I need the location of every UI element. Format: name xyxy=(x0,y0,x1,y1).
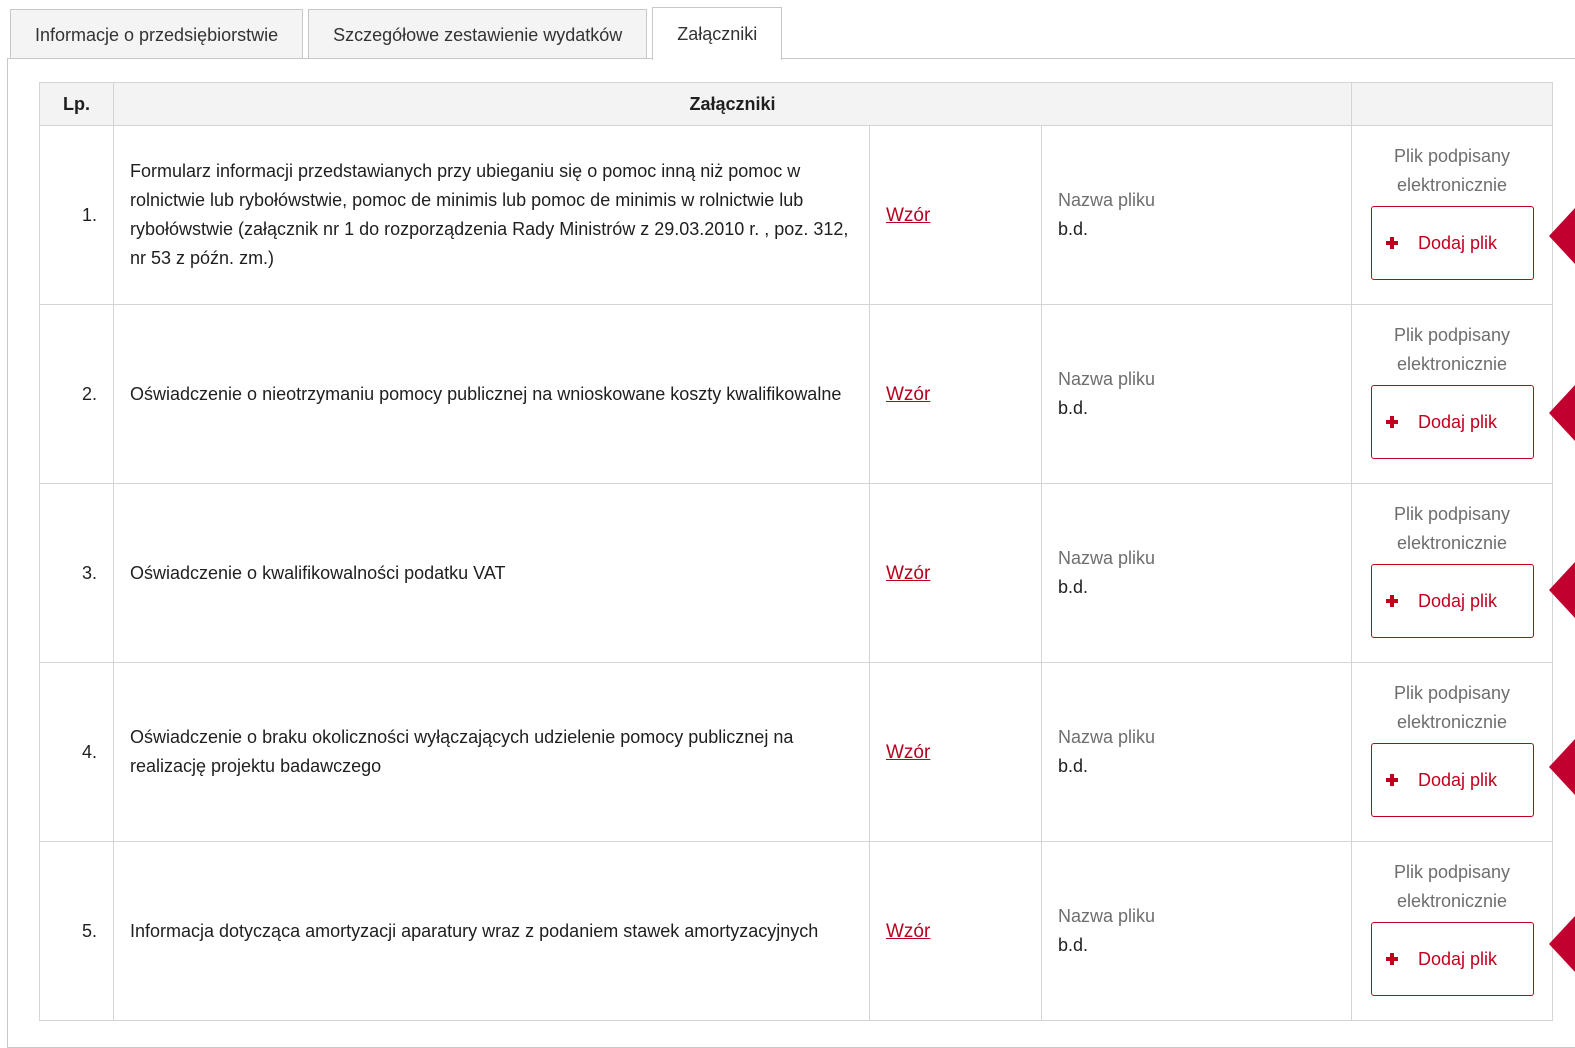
file-name-value: b.d. xyxy=(1058,398,1089,418)
attachment-description: Informacja dotycząca amortyzacji aparatu… xyxy=(113,841,870,1021)
file-name-value: b.d. xyxy=(1058,935,1089,955)
plus-icon xyxy=(1385,774,1398,786)
sample-link[interactable]: Wzór xyxy=(886,205,930,226)
row-number: 1. xyxy=(39,125,114,305)
table-row: 4. Oświadczenie o braku okoliczności wył… xyxy=(39,662,1553,842)
pointer-marker-icon xyxy=(1549,208,1575,264)
file-name-label: Nazwa pliku xyxy=(1058,190,1156,210)
plus-icon xyxy=(1385,953,1398,965)
add-file-label: Dodaj plik xyxy=(1417,769,1498,790)
pointer-marker-icon xyxy=(1549,916,1575,972)
action-cell: Plik podpisany elektronicznie Dodaj plik xyxy=(1351,662,1553,842)
tab-company-info[interactable]: Informacje o przedsiębiorstwie xyxy=(10,9,304,59)
action-cell: Plik podpisany elektronicznie Dodaj plik xyxy=(1351,841,1553,1021)
plus-icon xyxy=(1385,237,1398,249)
plus-icon xyxy=(1385,595,1398,607)
sample-link[interactable]: Wzór xyxy=(886,563,930,584)
sample-link[interactable]: Wzór xyxy=(886,921,930,942)
file-name-cell: Nazwa pliku b.d. xyxy=(1041,841,1352,1021)
header-attachments: Załączniki xyxy=(113,82,1352,126)
table-header-row: Lp. Załączniki xyxy=(39,82,1553,126)
row-number: 2. xyxy=(39,304,114,484)
signed-file-label: Plik podpisany elektronicznie xyxy=(1393,862,1511,911)
attachment-description: Oświadczenie o kwalifikowalności podatku… xyxy=(113,483,870,663)
add-file-label: Dodaj plik xyxy=(1417,590,1498,611)
table-row: 1. Formularz informacji przedstawianych … xyxy=(39,125,1553,305)
tab-bar: Informacje o przedsiębiorstwie Szczegóło… xyxy=(10,7,787,60)
signed-file-label: Plik podpisany elektronicznie xyxy=(1393,683,1511,732)
file-name-label: Nazwa pliku xyxy=(1058,369,1156,389)
tab-expense-details[interactable]: Szczegółowe zestawienie wydatków xyxy=(308,9,648,59)
add-file-label: Dodaj plik xyxy=(1417,411,1498,432)
pointer-marker-icon xyxy=(1549,385,1575,441)
tab-attachments[interactable]: Załączniki xyxy=(652,7,783,60)
file-name-label: Nazwa pliku xyxy=(1058,727,1156,747)
header-action xyxy=(1351,82,1553,126)
sample-link[interactable]: Wzór xyxy=(886,384,930,405)
attachment-description: Formularz informacji przedstawianych prz… xyxy=(113,125,870,305)
signed-file-label: Plik podpisany elektronicznie xyxy=(1393,325,1511,374)
add-file-label: Dodaj plik xyxy=(1417,232,1498,253)
pointer-marker-icon xyxy=(1549,739,1575,795)
file-name-value: b.d. xyxy=(1058,219,1089,239)
attachment-description: Oświadczenie o nieotrzymaniu pomocy publ… xyxy=(113,304,870,484)
pointer-marker-icon xyxy=(1549,562,1575,618)
file-name-cell: Nazwa pliku b.d. xyxy=(1041,483,1352,663)
file-name-value: b.d. xyxy=(1058,756,1089,776)
add-file-button[interactable]: Dodaj plik xyxy=(1370,206,1534,280)
file-name-cell: Nazwa pliku b.d. xyxy=(1041,125,1352,305)
row-number: 3. xyxy=(39,483,114,663)
row-number: 4. xyxy=(39,662,114,842)
table-row: 5. Informacja dotycząca amortyzacji apar… xyxy=(39,841,1553,1021)
table-row: 2. Oświadczenie o nieotrzymaniu pomocy p… xyxy=(39,304,1553,484)
file-name-value: b.d. xyxy=(1058,577,1089,597)
action-cell: Plik podpisany elektronicznie Dodaj plik xyxy=(1351,483,1553,663)
header-lp: Lp. xyxy=(39,82,114,126)
add-file-button[interactable]: Dodaj plik xyxy=(1370,385,1534,459)
table-row: 3. Oświadczenie o kwalifikowalności poda… xyxy=(39,483,1553,663)
row-number: 5. xyxy=(39,841,114,1021)
attachment-description: Oświadczenie o braku okoliczności wyłącz… xyxy=(113,662,870,842)
add-file-button[interactable]: Dodaj plik xyxy=(1370,743,1534,817)
attachments-table: Lp. Załączniki 1. Formularz informacji p… xyxy=(39,82,1553,1021)
file-name-cell: Nazwa pliku b.d. xyxy=(1041,304,1352,484)
signed-file-label: Plik podpisany elektronicznie xyxy=(1393,504,1511,553)
sample-link[interactable]: Wzór xyxy=(886,742,930,763)
action-cell: Plik podpisany elektronicznie Dodaj plik xyxy=(1351,304,1553,484)
signed-file-label: Plik podpisany elektronicznie xyxy=(1393,146,1511,195)
plus-icon xyxy=(1385,416,1398,428)
file-name-label: Nazwa pliku xyxy=(1058,906,1156,926)
add-file-button[interactable]: Dodaj plik xyxy=(1370,922,1534,996)
add-file-button[interactable]: Dodaj plik xyxy=(1370,564,1534,638)
file-name-label: Nazwa pliku xyxy=(1058,548,1156,568)
add-file-label: Dodaj plik xyxy=(1417,948,1498,969)
file-name-cell: Nazwa pliku b.d. xyxy=(1041,662,1352,842)
action-cell: Plik podpisany elektronicznie Dodaj plik xyxy=(1351,125,1553,305)
